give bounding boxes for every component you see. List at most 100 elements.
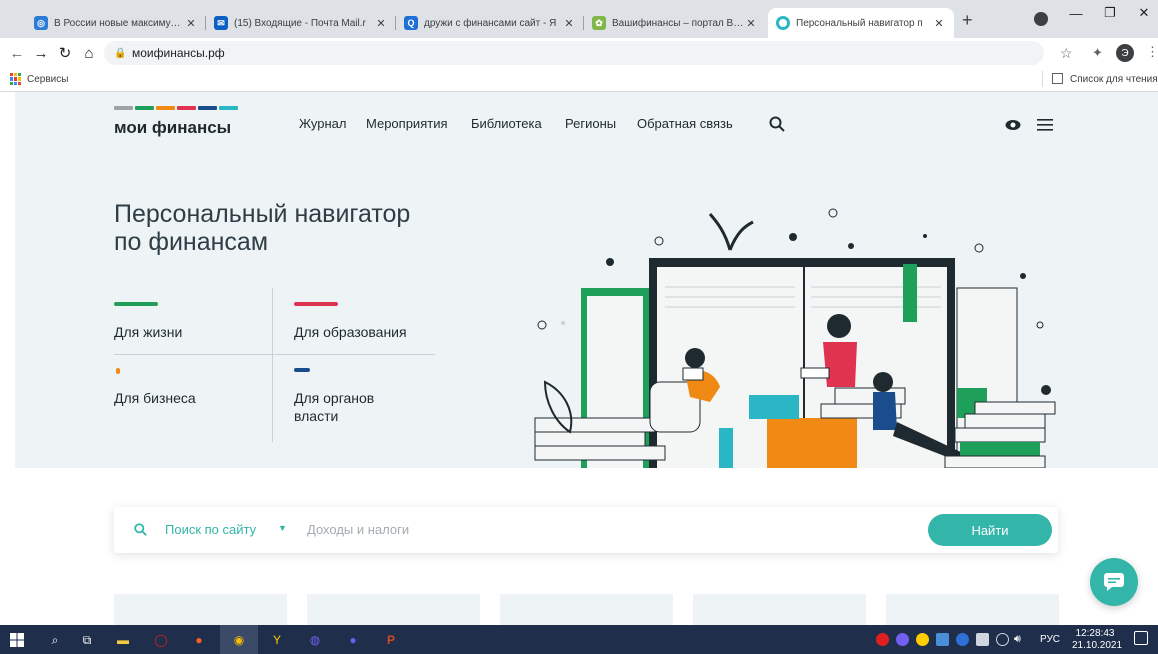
search-input[interactable]: Доходы и налоги [307, 522, 907, 537]
volume-icon[interactable]: 🔊︎ [1014, 633, 1021, 646]
close-tab-icon[interactable]: ✕ [562, 17, 576, 30]
logo-stripe [114, 106, 238, 110]
menu-kebab-icon[interactable]: ⋮ [1146, 44, 1158, 60]
viber-icon[interactable]: ◍ [306, 631, 324, 649]
chrome-icon: ◉ [233, 633, 245, 647]
tab-title: (15) Входящие - Почта Mail.r [234, 17, 366, 29]
hero-illustration [534, 208, 1056, 468]
new-tab-icon[interactable]: + [962, 10, 973, 31]
tab-search-icon[interactable] [1034, 12, 1048, 26]
omnibox-bg [104, 41, 1044, 65]
category-education-line [294, 302, 338, 306]
nav-regions[interactable]: Регионы [565, 116, 616, 131]
reload-icon[interactable]: ↻ [56, 44, 74, 62]
forward-icon[interactable]: → [32, 44, 50, 62]
apps-grid-icon[interactable] [10, 73, 22, 85]
tab-4[interactable]: ✿ Вашифинансы – портал Ваш ✕ [584, 8, 766, 38]
windows-taskbar: ⌕ ⧉ ▬ ◯ ● ◉ Y ◍ ● P 🔊︎ РУС 12:28:43 21.1… [0, 625, 1158, 654]
close-tab-icon[interactable]: ✕ [932, 17, 946, 30]
category-government-label-line1: Для органов [294, 390, 375, 406]
opera-icon[interactable]: ◯ [152, 631, 170, 649]
category-card-5[interactable] [886, 594, 1059, 625]
close-tab-icon[interactable]: ✕ [374, 17, 388, 30]
category-government-label-line2: власти [294, 408, 339, 424]
nav-feedback[interactable]: Обратная связь [637, 116, 733, 131]
chat-button[interactable] [1090, 558, 1138, 606]
category-card-1[interactable] [114, 594, 287, 625]
mail-icon: ✉ [214, 16, 228, 30]
logo-text[interactable]: мои финансы [114, 118, 231, 138]
firefox-icon[interactable]: ● [190, 631, 208, 649]
reading-list-link[interactable]: Список для чтения [1070, 74, 1158, 85]
close-tab-icon[interactable]: ✕ [184, 17, 198, 30]
accessibility-eye-icon[interactable] [1005, 118, 1021, 136]
home-icon[interactable]: ⌂ [80, 44, 98, 62]
divider [1042, 71, 1043, 87]
tab-1[interactable]: ◎ В России новые максимумы ✕ [26, 8, 206, 38]
minimize-icon[interactable]: — [1058, 2, 1094, 24]
category-card-2[interactable] [307, 594, 480, 625]
search-icon[interactable] [769, 116, 785, 137]
opera-tray-icon[interactable] [876, 633, 889, 646]
hero-title-line1: Персональный навигатор [114, 200, 411, 228]
search-scope-select[interactable]: Поиск по сайту [165, 522, 256, 537]
tab-favicon-icon: ◎ [34, 16, 48, 30]
tab-3[interactable]: Q дружи с финансами сайт - Я ✕ [396, 8, 584, 38]
clock-date[interactable]: 21.10.2021 [1072, 640, 1122, 651]
profile-avatar[interactable]: Э [1116, 44, 1134, 62]
nav-events[interactable]: Мероприятия [366, 116, 448, 131]
nav-journal[interactable]: Журнал [299, 116, 346, 131]
grid-vertical-divider [272, 288, 273, 442]
task-view-icon[interactable]: ⧉ [78, 631, 96, 649]
extensions-icon[interactable]: ✦ [1092, 45, 1103, 61]
lock-icon: 🔒 [114, 48, 127, 59]
file-explorer-icon[interactable]: ▬ [114, 631, 132, 649]
network-icon[interactable] [976, 633, 989, 646]
url-text[interactable]: моифинансы.рф [132, 46, 225, 60]
category-life-label: Для жизни [114, 324, 183, 340]
hero-section: мои финансы Журнал Мероприятия Библиотек… [15, 92, 1158, 468]
hamburger-menu-icon[interactable] [1037, 118, 1053, 136]
bookmark-services[interactable]: Сервисы [27, 74, 68, 85]
restore-icon[interactable]: ❐ [1092, 2, 1128, 24]
category-card-3[interactable] [500, 594, 673, 625]
chat-icon [1104, 573, 1124, 591]
search-submit-button[interactable]: Найти [928, 514, 1052, 546]
bluetooth-icon[interactable] [956, 633, 969, 646]
close-window-icon[interactable]: ✕ [1126, 2, 1158, 24]
tab-5-active[interactable]: Персональный навигатор п ✕ [768, 8, 954, 38]
bookmark-star-icon[interactable]: ☆ [1060, 45, 1073, 62]
category-card-4[interactable] [693, 594, 866, 625]
address-bar: ← → ↻ ⌂ 🔒 моифинансы.рф ☆ ✦ Э ⋮ [0, 38, 1158, 68]
web-page: мои финансы Журнал Мероприятия Библиотек… [0, 92, 1158, 625]
search-favicon-icon: Q [404, 16, 418, 30]
ring-favicon-icon [776, 16, 790, 30]
site-search-bar: Поиск по сайту ▼ Доходы и налоги Найти [114, 507, 1058, 553]
viber-tray-icon[interactable] [896, 633, 909, 646]
hero-title-line2: по финансам [114, 228, 269, 256]
yandex-tray-icon[interactable] [916, 633, 929, 646]
tab-title: дружи с финансами сайт - Я [424, 17, 557, 29]
yandex-browser-icon[interactable]: Y [268, 631, 286, 649]
close-tab-icon[interactable]: ✕ [744, 17, 758, 30]
grid-horizontal-divider [114, 354, 435, 355]
category-life-line [114, 302, 158, 306]
powerpoint-icon[interactable]: P [382, 631, 400, 649]
language-indicator[interactable]: РУС [1040, 634, 1060, 645]
category-education-label: Для образования [294, 324, 407, 340]
nav-library[interactable]: Библиотека [471, 116, 542, 131]
windows-start-icon[interactable] [8, 631, 26, 649]
discord-icon[interactable]: ● [344, 631, 362, 649]
category-business-label: Для бизнеса [114, 390, 196, 406]
back-icon[interactable]: ← [8, 44, 26, 62]
app-tray-icon[interactable] [936, 633, 949, 646]
bookmarks-bar: Сервисы Список для чтения [0, 68, 1158, 92]
search-scope-icon [134, 523, 147, 541]
chevron-down-icon[interactable]: ▼ [278, 523, 287, 533]
clock-time[interactable]: 12:28:43 [1075, 628, 1115, 639]
notifications-icon[interactable] [1134, 631, 1148, 645]
search-icon[interactable]: ⌕ [46, 631, 64, 649]
category-government-line [294, 368, 310, 372]
globe-icon[interactable] [996, 633, 1009, 646]
tab-2[interactable]: ✉ (15) Входящие - Почта Mail.r ✕ [206, 8, 396, 38]
